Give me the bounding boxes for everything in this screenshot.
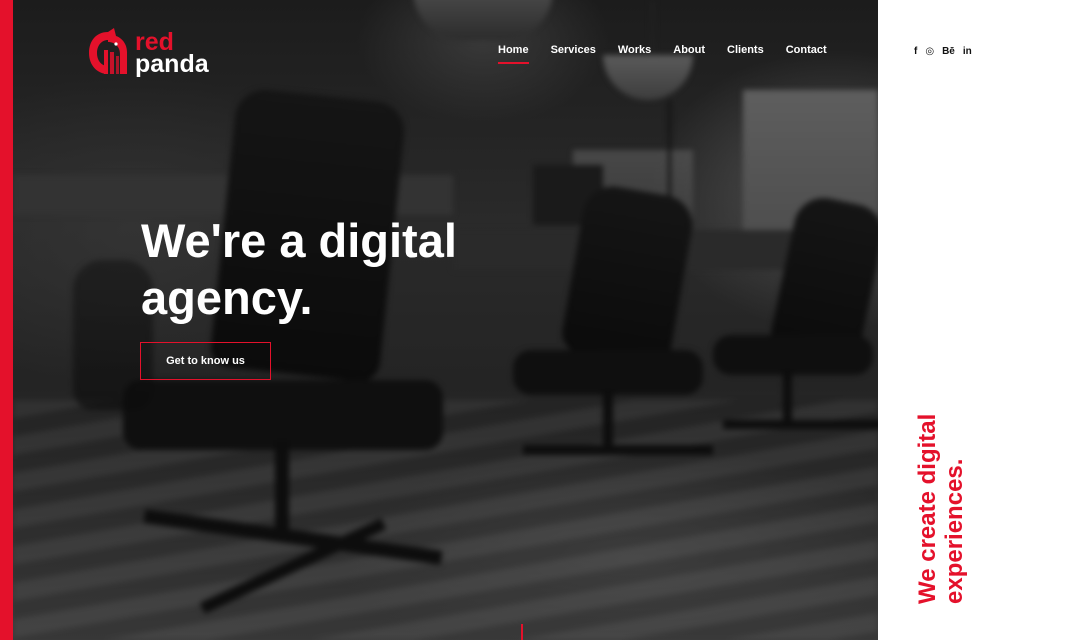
red-panda-logo-icon [89,28,127,74]
logo-text-panda: panda [135,50,209,78]
brand-logo[interactable]: red panda [87,28,209,78]
nav-item-home[interactable]: Home [498,44,529,64]
social-links: f ◎ Bē in [914,46,972,57]
nav-item-clients[interactable]: Clients [727,44,764,64]
nav-item-works[interactable]: Works [618,44,651,64]
get-to-know-us-button[interactable]: Get to know us [140,342,271,380]
behance-icon[interactable]: Bē [942,46,955,57]
facebook-icon[interactable]: f [914,46,917,57]
left-accent-bar [0,0,13,640]
hero-headline: We're a digital agency. [141,212,561,326]
instagram-icon[interactable]: ◎ [925,46,934,57]
hero-headline-line1: We're a digital [141,214,457,267]
hero-headline-line2: agency. [141,271,313,324]
side-tagline-line2: experiences. [941,458,968,604]
side-panel: f ◎ Bē in We create digital experiences. [878,0,1077,640]
scroll-indicator [521,624,523,640]
nav-item-contact[interactable]: Contact [786,44,827,64]
nav-item-services[interactable]: Services [551,44,596,64]
page: red panda Home Services Works About Clie… [0,0,1077,640]
side-tagline-line1: We create digital [914,413,941,604]
side-tagline: We create digital experiences. [914,364,968,604]
main-nav: Home Services Works About Clients Contac… [498,44,849,64]
linkedin-icon[interactable]: in [963,46,972,57]
nav-item-about[interactable]: About [673,44,705,64]
